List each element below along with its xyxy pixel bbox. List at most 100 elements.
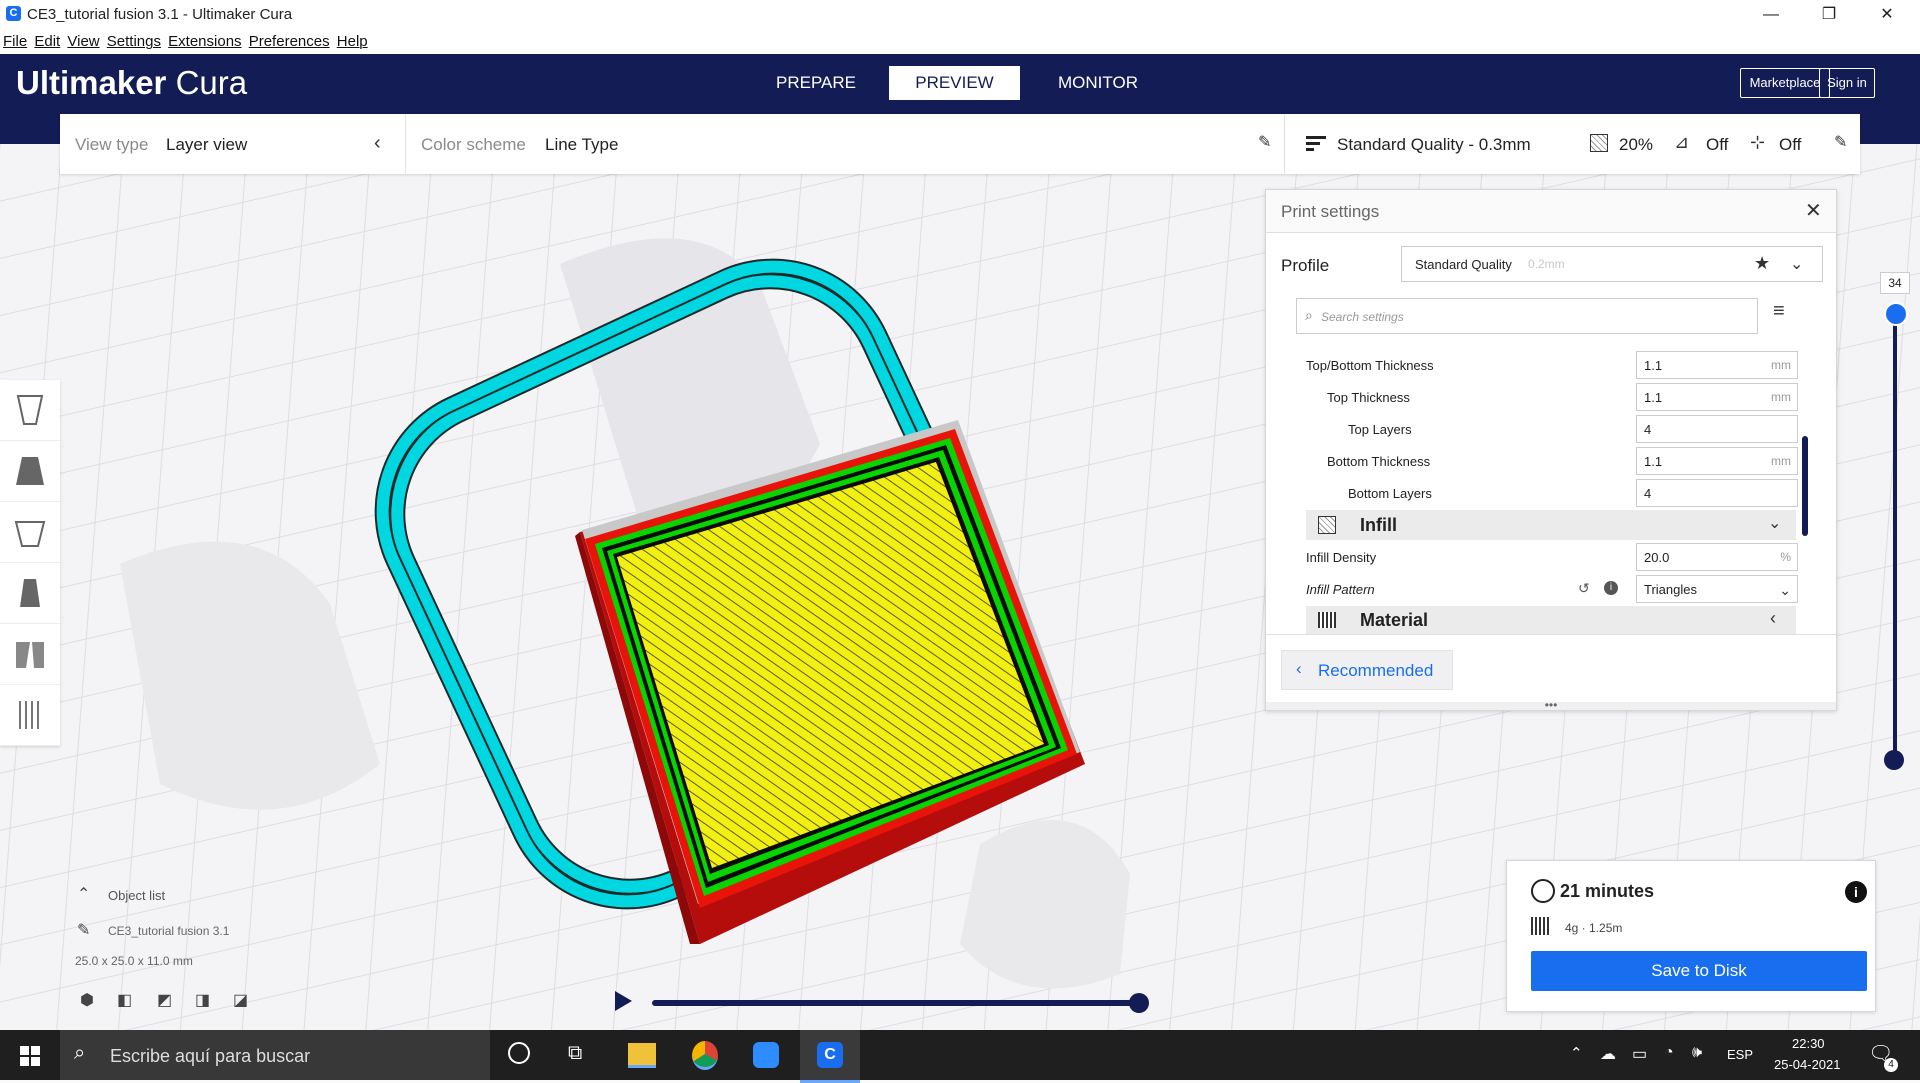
onedrive-icon[interactable]: ☁ (1600, 1044, 1616, 1064)
rotate-tool[interactable] (0, 502, 60, 563)
left-view-icon[interactable]: ◨ (195, 990, 210, 1010)
clock-date[interactable]: 25-04-2021 (1774, 1057, 1841, 1072)
infill-value[interactable]: 20% (1619, 135, 1653, 155)
menu-help[interactable]: Help (334, 30, 368, 50)
save-to-disk-button[interactable]: Save to Disk (1531, 951, 1867, 991)
infill-density-field[interactable]: 20.0% (1636, 543, 1798, 571)
menu-settings[interactable]: Settings (104, 30, 161, 50)
cortana-icon[interactable] (508, 1042, 530, 1064)
view-type-value[interactable]: Layer view (166, 135, 247, 155)
transform-toolbar (0, 380, 60, 746)
settings-scrollbar[interactable] (1802, 436, 1808, 536)
bottom-thickness-field[interactable]: 1.1 mm (1636, 447, 1798, 475)
layer-slider-top-handle[interactable] (1884, 302, 1908, 326)
task-view-icon[interactable]: ⧉ (568, 1042, 582, 1065)
color-scheme-label: Color scheme (421, 135, 526, 154)
top-view-icon[interactable]: ◩ (157, 990, 172, 1010)
battery-icon[interactable]: ▭ (1632, 1044, 1647, 1064)
front-view-icon[interactable]: ◧ (117, 990, 132, 1010)
wifi-icon[interactable]: ◔ (1664, 1044, 1674, 1062)
right-view-icon[interactable]: ◪ (233, 990, 248, 1010)
setting-top-bottom-thickness: Top/Bottom Thickness 1.1 mm (1306, 351, 1798, 379)
chevron-down-icon: ⌄ (1768, 515, 1782, 532)
file-explorer-icon[interactable] (628, 1043, 656, 1068)
minimize-button[interactable]: — (1748, 2, 1794, 28)
clock-icon (1531, 879, 1555, 903)
volume-icon[interactable]: 🕪 (1692, 1044, 1702, 1062)
pencil-icon[interactable]: ✎ (1834, 132, 1847, 152)
object-name[interactable]: CE3_tutorial fusion 3.1 (108, 924, 229, 938)
support-icon: ⊿ (1674, 132, 1690, 152)
settings-menu-icon[interactable]: ≡ (1773, 300, 1785, 323)
windows-start-icon[interactable] (20, 1046, 40, 1066)
mirror-tool[interactable] (0, 563, 60, 624)
object-dimensions: 25.0 x 25.0 x 11.0 mm (75, 954, 193, 968)
pencil-icon[interactable]: ✎ (77, 920, 90, 940)
path-slider-handle[interactable] (1129, 993, 1149, 1013)
material-estimate: 4g · 1.25m (1565, 921, 1623, 935)
tab-prepare[interactable]: PREPARE (760, 66, 872, 100)
category-material[interactable]: Material ‹ (1306, 606, 1796, 634)
close-window-button[interactable]: ✕ (1864, 2, 1910, 28)
star-icon[interactable]: ★ (1754, 253, 1770, 274)
quality-value[interactable]: Standard Quality - 0.3mm (1337, 135, 1531, 155)
profile-select[interactable]: Standard Quality 0.2mm ★ ⌄ (1401, 246, 1823, 282)
object-list-title[interactable]: Object list (108, 888, 165, 903)
menu-edit[interactable]: Edit (31, 30, 60, 50)
chevron-up-icon[interactable]: ⌃ (1570, 1044, 1583, 1062)
per-model-settings-tool[interactable] (0, 624, 60, 685)
close-icon[interactable]: ✕ (1805, 198, 1822, 223)
search-input[interactable]: ⌕ Search settings (1296, 298, 1758, 334)
menu-file[interactable]: File (0, 30, 27, 50)
infill-icon (1590, 134, 1608, 152)
chrome-icon[interactable] (692, 1041, 718, 1070)
category-infill[interactable]: Infill ⌄ (1306, 510, 1796, 540)
top-bottom-thickness-field[interactable]: 1.1 mm (1636, 351, 1798, 379)
bottom-layers-field[interactable]: 4 (1636, 479, 1798, 507)
taskbar-search[interactable]: ⌕ Escribe aquí para buscar (60, 1030, 490, 1080)
tab-monitor[interactable]: MONITOR (1042, 66, 1154, 100)
play-button[interactable] (615, 991, 632, 1011)
info-icon[interactable]: i (1845, 881, 1867, 903)
menu-extensions[interactable]: Extensions (165, 30, 241, 50)
layer-slider[interactable] (1893, 310, 1897, 762)
path-slider[interactable] (652, 1000, 1140, 1006)
print-estimate-panel: 21 minutes i 4g · 1.25m Save to Disk (1506, 860, 1876, 1012)
adhesion-value[interactable]: Off (1779, 135, 1801, 155)
setting-bottom-thickness: Bottom Thickness 1.1 mm (1306, 447, 1798, 475)
cura-taskbar-button[interactable]: C (800, 1030, 860, 1083)
language-indicator[interactable]: ESP (1727, 1047, 1753, 1062)
support-value[interactable]: Off (1706, 135, 1728, 155)
move-tool[interactable] (0, 380, 60, 441)
infill-pattern-select[interactable]: Triangles ⌄ (1636, 575, 1798, 603)
info-icon[interactable]: i (1604, 581, 1618, 595)
restore-button[interactable]: ❐ (1806, 2, 1852, 28)
pencil-icon[interactable]: ✎ (1258, 132, 1271, 152)
chevron-left-icon[interactable]: ‹ (374, 132, 381, 155)
resize-handle[interactable]: ••• (1266, 699, 1836, 711)
print-settings-title: Print settings (1281, 202, 1380, 221)
layer-slider-bottom-handle[interactable] (1884, 750, 1904, 770)
support-blocker-tool[interactable] (0, 685, 60, 746)
menu-preferences[interactable]: Preferences (246, 30, 330, 50)
zoom-icon[interactable] (753, 1042, 779, 1068)
menu-view[interactable]: View (64, 30, 99, 50)
reset-icon[interactable]: ↺ (1578, 580, 1590, 597)
window-title: CE3_tutorial fusion 3.1 - Ultimaker Cura (27, 6, 293, 23)
top-thickness-field[interactable]: 1.1 mm (1636, 383, 1798, 411)
chevron-left-icon: ‹ (1770, 608, 1776, 628)
scale-tool[interactable] (0, 441, 60, 502)
tab-preview[interactable]: PREVIEW (889, 66, 1020, 100)
color-scheme-value[interactable]: Line Type (545, 135, 618, 155)
chevron-left-icon: ‹ (1296, 659, 1302, 678)
3d-view-icon[interactable]: ⬢ (80, 990, 94, 1010)
chevron-up-icon[interactable]: ⌃ (77, 884, 90, 904)
quality-bars-icon (1306, 136, 1326, 152)
top-layers-field[interactable]: 4 (1636, 415, 1798, 443)
clock-time[interactable]: 22:30 (1792, 1036, 1825, 1051)
cura-app-icon: C (6, 6, 21, 21)
marketplace-button[interactable]: Marketplace (1740, 68, 1830, 98)
search-icon: ⌕ (74, 1042, 86, 1064)
recommended-button[interactable]: ‹ Recommended (1281, 650, 1453, 690)
sign-in-button[interactable]: Sign in (1819, 68, 1875, 98)
